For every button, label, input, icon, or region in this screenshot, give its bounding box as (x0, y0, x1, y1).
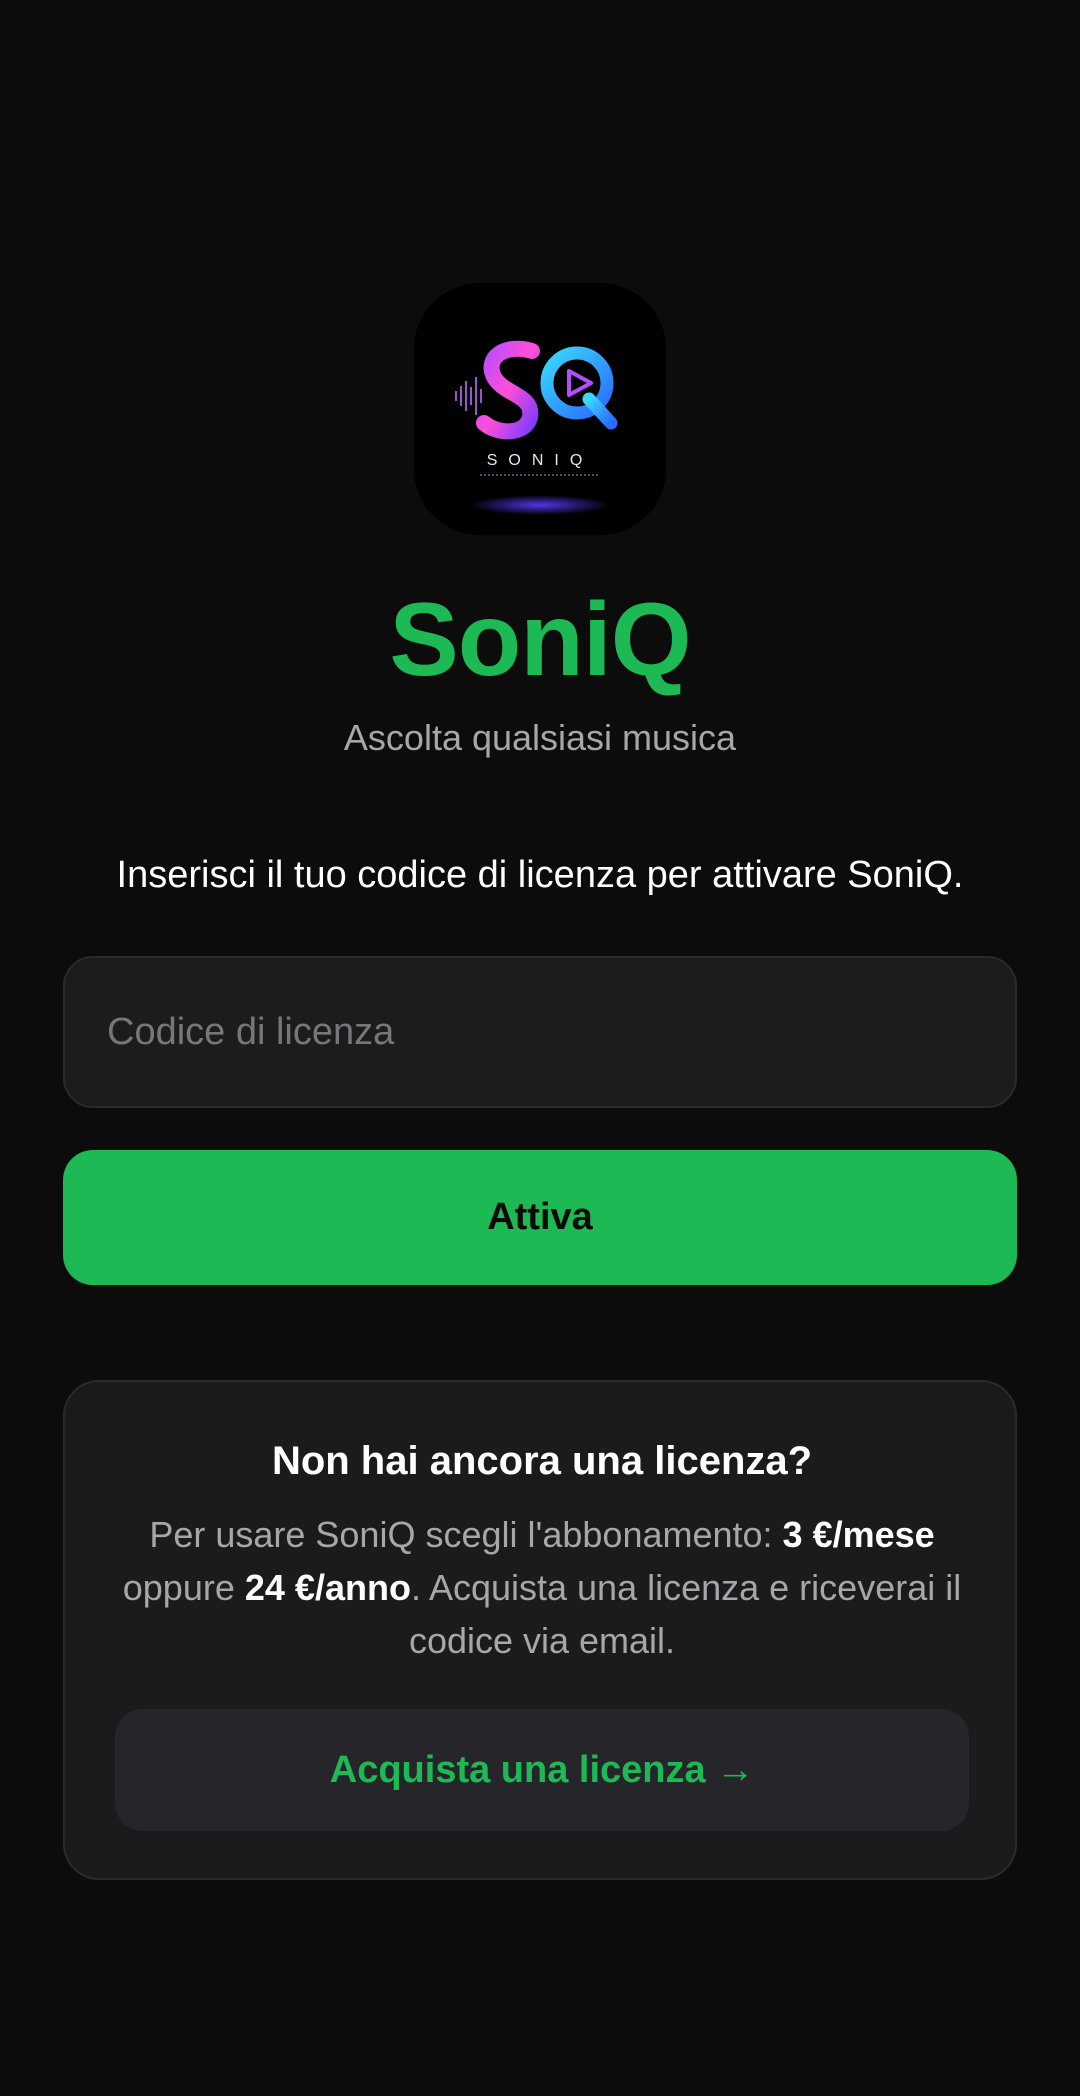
purchase-info-card: Non hai ancora una licenza? Per usare So… (63, 1380, 1017, 1880)
buy-license-button[interactable]: Acquista una licenza → (115, 1709, 969, 1831)
license-code-input[interactable] (63, 956, 1017, 1108)
app-title: SoniQ (389, 582, 691, 698)
app-logo: SONIQ (414, 283, 666, 535)
pricing-text-middle: oppure (122, 1567, 245, 1608)
logo-wordmark: SONIQ (487, 452, 594, 469)
soniq-logo-icon: SONIQ (414, 283, 666, 535)
pricing-text-prefix: Per usare SoniQ scegli l'abbonamento: (149, 1514, 783, 1555)
yearly-price: 24 €/anno (244, 1567, 411, 1608)
pricing-description: Per usare SoniQ scegli l'abbonamento: 3 … (105, 1508, 979, 1667)
activate-button[interactable]: Attiva (63, 1150, 1017, 1285)
activation-instruction: Inserisci il tuo codice di licenza per a… (116, 854, 964, 896)
app-tagline: Ascolta qualsiasi musica (343, 717, 737, 758)
activation-screen: SONIQ SoniQ Ascolta qualsiasi musica Ins… (0, 0, 1080, 2096)
monthly-price: 3 €/mese (782, 1514, 935, 1555)
card-title: Non hai ancora una licenza? (271, 1439, 813, 1483)
pricing-text-suffix: . Acquista una licenza e riceverai il co… (408, 1567, 962, 1661)
